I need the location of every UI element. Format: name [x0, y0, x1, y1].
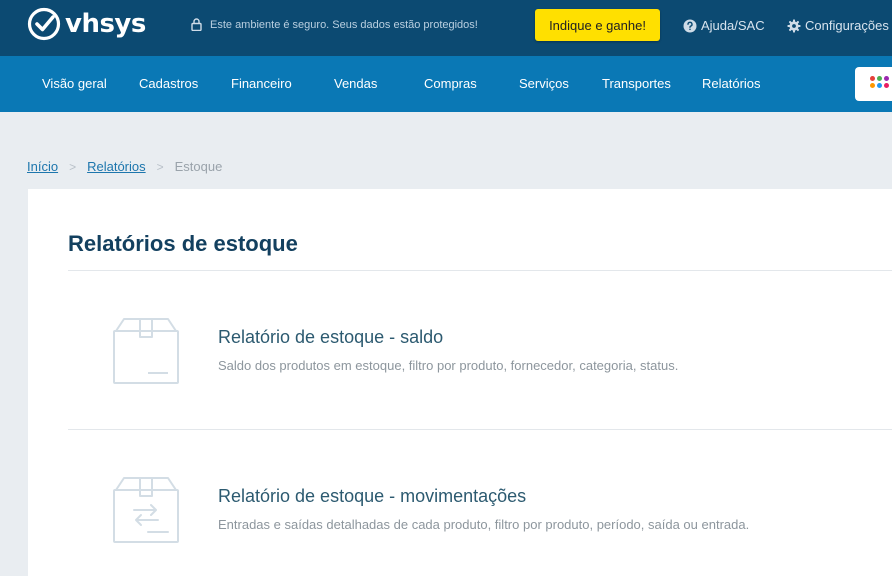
settings-link[interactable]: Configurações: [787, 18, 889, 33]
breadcrumb-home-link[interactable]: Início: [27, 159, 58, 174]
lock-icon: [191, 18, 202, 31]
box-icon: [113, 318, 179, 384]
vhsys-logo[interactable]: vhsys: [27, 7, 146, 41]
report-description: Saldo dos produtos em estoque, filtro po…: [218, 358, 679, 373]
logo-text: vhsys: [65, 9, 146, 39]
settings-label: Configurações: [805, 18, 889, 33]
nav-item-relatorios[interactable]: Relatórios: [702, 76, 761, 91]
content-card: Relatórios de estoque Relatório de estoq…: [28, 189, 892, 576]
page-title: Relatórios de estoque: [68, 231, 298, 256]
divider: [68, 270, 892, 271]
breadcrumb-relatorios-link[interactable]: Relatórios: [87, 159, 146, 174]
secure-notice: Este ambiente é seguro. Seus dados estão…: [191, 18, 478, 31]
top-bar: vhsys Este ambiente é seguro. Seus dados…: [0, 0, 892, 56]
gear-icon: [787, 19, 801, 32]
indique-e-ganhe-button[interactable]: Indique e ganhe!: [535, 9, 660, 41]
box-transfer-icon: [113, 477, 179, 543]
report-title: Relatório de estoque - movimentações: [218, 486, 527, 506]
question-circle-icon: [683, 19, 697, 32]
nav-item-compras[interactable]: Compras: [424, 76, 477, 91]
nav-item-financeiro[interactable]: Financeiro: [231, 76, 292, 91]
divider: [68, 429, 892, 430]
logo-check-icon: [27, 7, 61, 41]
breadcrumb-separator: >: [156, 159, 164, 174]
report-item-estoque-movimentacoes[interactable]: Relatório de estoque - movimentações Ent…: [68, 459, 892, 576]
report-item-estoque-saldo[interactable]: Relatório de estoque - saldo Saldo dos p…: [68, 299, 892, 419]
secure-text: Este ambiente é seguro. Seus dados estão…: [210, 18, 478, 31]
nav-item-visao-geral[interactable]: Visão geral: [42, 76, 107, 91]
breadcrumb: Início > Relatórios > Estoque: [27, 159, 222, 174]
nav-item-cadastros[interactable]: Cadastros: [139, 76, 198, 91]
breadcrumb-current: Estoque: [174, 159, 223, 174]
main-nav: Visão geral Cadastros Financeiro Vendas …: [0, 56, 892, 112]
report-description: Entradas e saídas detalhadas de cada pro…: [218, 517, 750, 532]
nav-item-vendas[interactable]: Vendas: [334, 76, 377, 91]
help-label: Ajuda/SAC: [701, 18, 765, 33]
report-title: Relatório de estoque - saldo: [218, 327, 444, 347]
apps-grid-button[interactable]: [855, 67, 892, 101]
breadcrumb-separator: >: [69, 159, 77, 174]
help-sac-link[interactable]: Ajuda/SAC: [683, 18, 765, 33]
nav-item-transportes[interactable]: Transportes: [602, 76, 671, 91]
nav-item-servicos[interactable]: Serviços: [519, 76, 569, 91]
